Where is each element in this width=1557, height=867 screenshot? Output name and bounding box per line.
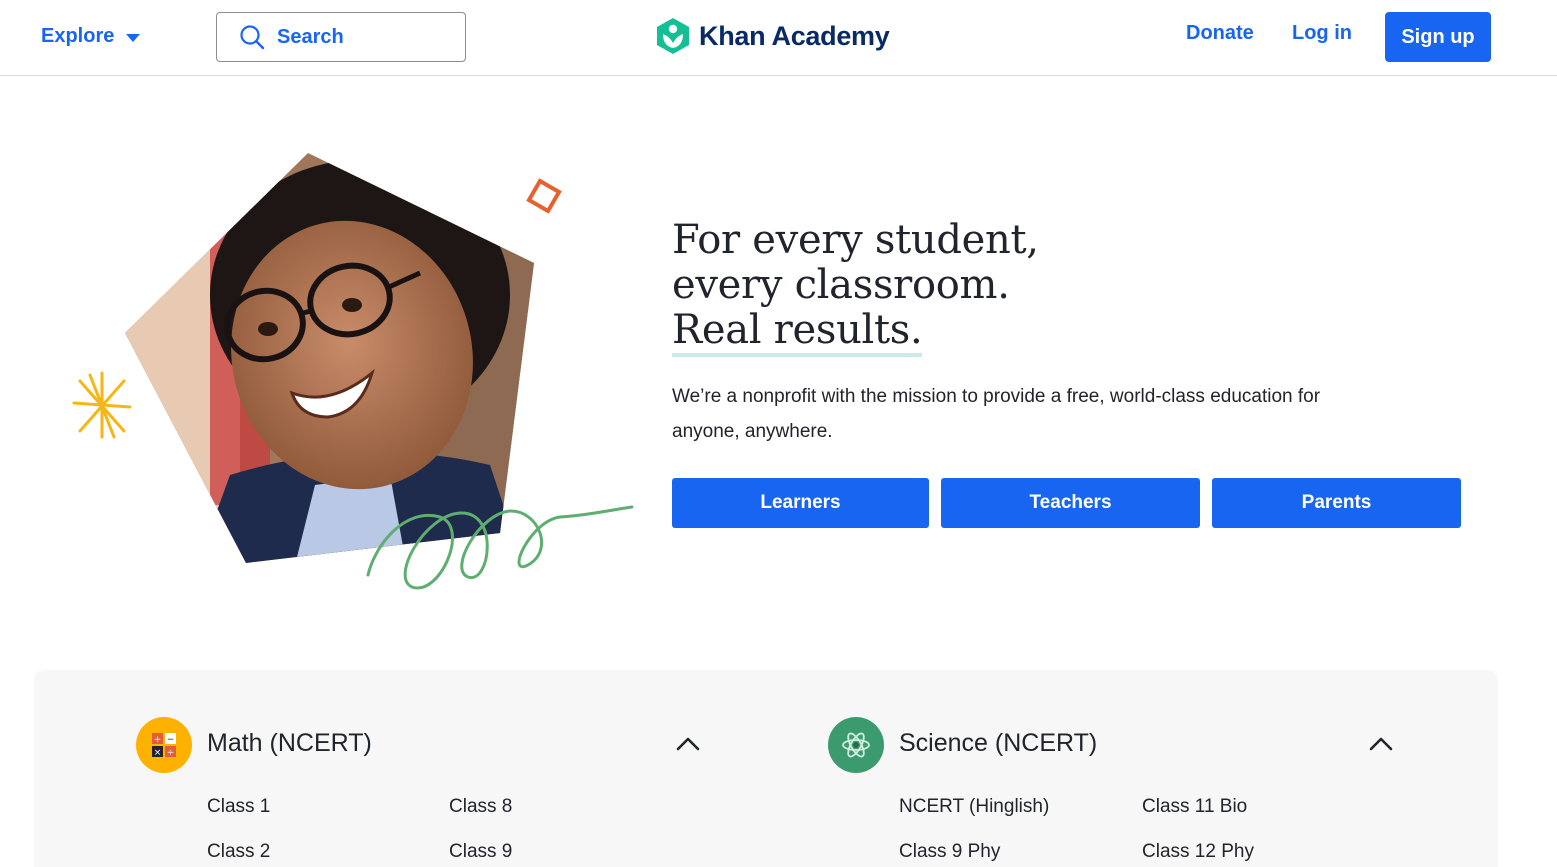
science-section-title[interactable]: Science (NCERT) bbox=[899, 729, 1097, 758]
collapse-science-chevron-up-icon[interactable] bbox=[1367, 730, 1395, 758]
orange-diamond-decoration bbox=[526, 178, 562, 214]
hero-illustration bbox=[60, 145, 650, 605]
course-link-math-class-9[interactable]: Class 9 bbox=[449, 841, 512, 863]
svg-text:+: + bbox=[154, 735, 162, 745]
yellow-star-decoration bbox=[72, 371, 132, 439]
mission-statement: We’re a nonprofit with the mission to pr… bbox=[672, 386, 1321, 442]
calculator-icon: + − × ÷ bbox=[136, 717, 192, 773]
search-label: Search bbox=[277, 25, 344, 48]
top-navigation-bar: Explore Search Khan Academy Donate Log i… bbox=[0, 0, 1557, 76]
explore-label: Explore bbox=[41, 24, 115, 47]
course-link-science-class-12-phy[interactable]: Class 12 Phy bbox=[1142, 841, 1254, 863]
donate-link[interactable]: Donate bbox=[1186, 22, 1254, 45]
course-link-science-class-9-phy[interactable]: Class 9 Phy bbox=[899, 841, 1000, 863]
learners-button[interactable]: Learners bbox=[672, 478, 929, 528]
headline-line-3: Real results. bbox=[672, 308, 923, 357]
math-section-title[interactable]: Math (NCERT) bbox=[207, 729, 372, 758]
signup-button[interactable]: Sign up bbox=[1385, 12, 1491, 62]
course-link-math-class-2[interactable]: Class 2 bbox=[207, 841, 270, 863]
khan-academy-logo-icon bbox=[657, 18, 689, 54]
headline-line-2: every classroom. bbox=[672, 262, 1010, 308]
caret-down-icon bbox=[126, 33, 141, 42]
logo-wordmark: Khan Academy bbox=[699, 20, 890, 51]
search-button[interactable]: Search bbox=[216, 12, 466, 62]
svg-text:−: − bbox=[167, 735, 175, 745]
collapse-math-chevron-up-icon[interactable] bbox=[674, 730, 702, 758]
svg-text:×: × bbox=[154, 748, 162, 758]
parents-button[interactable]: Parents bbox=[1212, 478, 1461, 528]
atom-icon bbox=[828, 717, 884, 773]
teachers-button[interactable]: Teachers bbox=[941, 478, 1200, 528]
course-link-science-class-11-bio[interactable]: Class 11 Bio bbox=[1142, 796, 1247, 818]
headline-line-1: For every student, bbox=[672, 217, 1039, 263]
login-link[interactable]: Log in bbox=[1292, 22, 1352, 45]
course-link-math-class-8[interactable]: Class 8 bbox=[449, 796, 512, 818]
course-link-math-class-1[interactable]: Class 1 bbox=[207, 796, 270, 818]
khan-academy-logo[interactable]: Khan Academy bbox=[655, 17, 890, 55]
courses-panel: + − × ÷ Math (NCERT) Class 1 Class 8 Cla… bbox=[36, 672, 1496, 867]
explore-menu-button[interactable]: Explore bbox=[41, 22, 141, 50]
course-link-science-ncert-hinglish[interactable]: NCERT (Hinglish) bbox=[899, 796, 1049, 818]
svg-text:÷: ÷ bbox=[167, 748, 175, 758]
hero-headline: For every student, every classroom. Real… bbox=[672, 218, 1039, 357]
search-icon bbox=[240, 25, 265, 50]
